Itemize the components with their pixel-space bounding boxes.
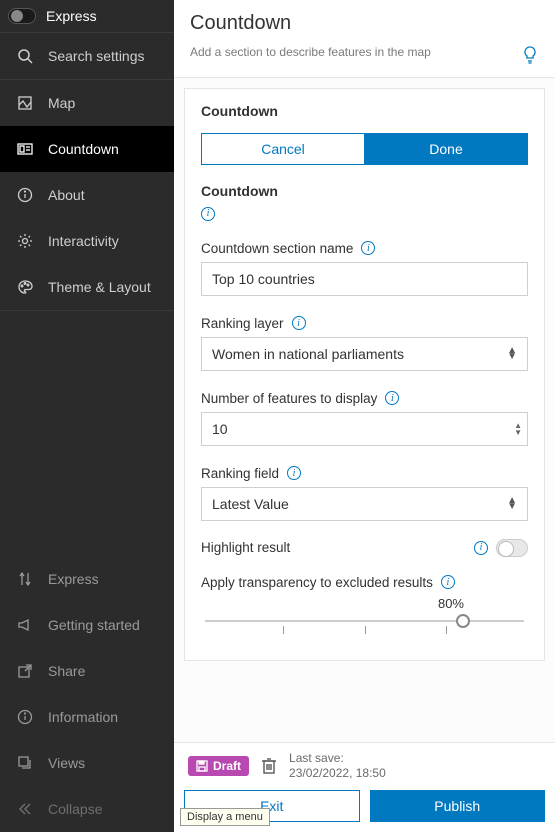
sidebar-item-information[interactable]: Information <box>0 694 174 740</box>
last-save-value: 23/02/2022, 18:50 <box>289 766 386 782</box>
info-icon <box>16 186 34 204</box>
sidebar-item-label: About <box>48 187 85 203</box>
cancel-button[interactable]: Cancel <box>201 133 364 165</box>
config-scroll-area[interactable]: Countdown Cancel Done Countdown i Countd… <box>174 78 555 742</box>
countdown-icon <box>16 140 34 158</box>
last-save-label: Last save: <box>289 751 386 767</box>
sidebar: Express Search settings Map Countdown Ab <box>0 0 174 832</box>
field-ranking-layer: Ranking layer i Women in national parlia… <box>201 316 528 371</box>
action-button-row: Cancel Done <box>201 133 528 165</box>
sidebar-item-label: Views <box>48 755 85 771</box>
slider-track <box>205 620 524 622</box>
field-label: Ranking layer <box>201 316 284 331</box>
toggle-off-icon[interactable] <box>8 8 36 24</box>
sidebar-item-interactivity[interactable]: Interactivity <box>0 218 174 264</box>
search-icon <box>16 47 34 65</box>
section-title: Countdown <box>201 103 528 119</box>
tooltip: Display a menu <box>180 808 270 826</box>
field-label: Countdown section name <box>201 241 353 256</box>
info-icon[interactable]: i <box>385 391 399 405</box>
draft-label: Draft <box>213 759 241 773</box>
status-row: Draft Last save: 23/02/2022, 18:50 <box>184 751 545 782</box>
field-section-name: Countdown section name i <box>201 241 528 296</box>
sidebar-item-express[interactable]: Express <box>0 556 174 602</box>
field-label: Ranking field <box>201 466 279 481</box>
stack-icon <box>16 754 34 772</box>
page-title: Countdown <box>190 12 539 35</box>
field-label: Apply transparency to excluded results <box>201 575 433 590</box>
info-icon[interactable]: i <box>292 316 306 330</box>
sidebar-item-label: Information <box>48 709 118 725</box>
slider-value-label: 80% <box>438 596 464 611</box>
sidebar-item-label: Search settings <box>48 48 145 64</box>
draft-badge: Draft <box>188 756 249 776</box>
express-label: Express <box>46 8 97 24</box>
section-name-input[interactable] <box>201 262 528 296</box>
chevron-down-icon[interactable]: ▼ <box>514 429 522 436</box>
sidebar-top-group: Express Search settings Map Countdown Ab <box>0 0 174 556</box>
sidebar-item-label: Express <box>48 571 99 587</box>
panel-header: Countdown Add a section to describe feat… <box>174 0 555 78</box>
ranking-field-select[interactable]: Latest Value ▲▼ <box>201 487 528 521</box>
info-icon[interactable]: i <box>287 466 301 480</box>
field-ranking-field: Ranking field i Latest Value ▲▼ <box>201 466 528 521</box>
highlight-switch[interactable] <box>496 539 528 557</box>
sidebar-item-label: Countdown <box>48 141 119 157</box>
sidebar-item-label: Getting started <box>48 617 140 633</box>
info-icon[interactable]: i <box>361 241 375 255</box>
megaphone-icon <box>16 616 34 634</box>
select-value: Women in national parliaments <box>212 346 404 362</box>
share-icon <box>16 662 34 680</box>
lightbulb-icon[interactable] <box>521 45 539 67</box>
chevron-updown-icon: ▲▼ <box>507 348 517 360</box>
trash-icon[interactable] <box>261 757 277 775</box>
info-icon <box>16 708 34 726</box>
info-icon[interactable]: i <box>201 207 215 221</box>
subsection-header: Countdown <box>201 183 528 199</box>
ranking-layer-select[interactable]: Women in national parliaments ▲▼ <box>201 337 528 371</box>
map-icon <box>16 94 34 112</box>
sidebar-search-settings[interactable]: Search settings <box>0 33 174 80</box>
sidebar-item-theme-layout[interactable]: Theme & Layout <box>0 264 174 311</box>
sidebar-item-views[interactable]: Views <box>0 740 174 786</box>
express-mode-toggle-row[interactable]: Express <box>0 0 174 33</box>
sidebar-item-label: Interactivity <box>48 233 119 249</box>
slider-thumb[interactable] <box>456 614 470 628</box>
info-icon[interactable]: i <box>441 575 455 589</box>
publish-button[interactable]: Publish <box>370 790 546 822</box>
field-label: Number of features to display <box>201 391 377 406</box>
number-stepper[interactable]: ▲ ▼ <box>514 422 522 436</box>
done-button[interactable]: Done <box>364 133 528 165</box>
sidebar-item-label: Share <box>48 663 85 679</box>
field-num-features: Number of features to display i ▲ ▼ <box>201 391 528 446</box>
config-card: Countdown Cancel Done Countdown i Countd… <box>184 88 545 661</box>
sidebar-item-share[interactable]: Share <box>0 648 174 694</box>
transparency-slider[interactable]: 80% <box>201 596 528 640</box>
sidebar-item-label: Theme & Layout <box>48 279 151 295</box>
gear-icon <box>16 232 34 250</box>
select-value: Latest Value <box>212 496 289 512</box>
sidebar-item-about[interactable]: About <box>0 172 174 218</box>
field-transparency: Apply transparency to excluded results i… <box>201 575 528 640</box>
sidebar-item-map[interactable]: Map <box>0 80 174 126</box>
num-features-input[interactable] <box>201 412 528 446</box>
sidebar-item-label: Collapse <box>48 801 102 817</box>
sidebar-item-label: Map <box>48 95 75 111</box>
sidebar-item-countdown[interactable]: Countdown <box>0 126 174 172</box>
sidebar-bottom-group: Express Getting started Share Informatio… <box>0 556 174 832</box>
sidebar-item-getting-started[interactable]: Getting started <box>0 602 174 648</box>
page-description: Add a section to describe features in th… <box>190 45 511 59</box>
main-panel: Countdown Add a section to describe feat… <box>174 0 555 832</box>
save-icon <box>196 760 208 772</box>
chevron-updown-icon: ▲▼ <box>507 498 517 510</box>
field-label: Highlight result <box>201 540 290 555</box>
subsection-title: Countdown <box>201 183 278 199</box>
sidebar-item-collapse[interactable]: Collapse <box>0 786 174 832</box>
palette-icon <box>16 278 34 296</box>
info-icon[interactable]: i <box>474 541 488 555</box>
chevrons-left-icon <box>16 800 34 818</box>
expand-arrows-icon <box>16 570 34 588</box>
last-save: Last save: 23/02/2022, 18:50 <box>289 751 386 782</box>
field-highlight-result: Highlight result i <box>201 539 528 557</box>
